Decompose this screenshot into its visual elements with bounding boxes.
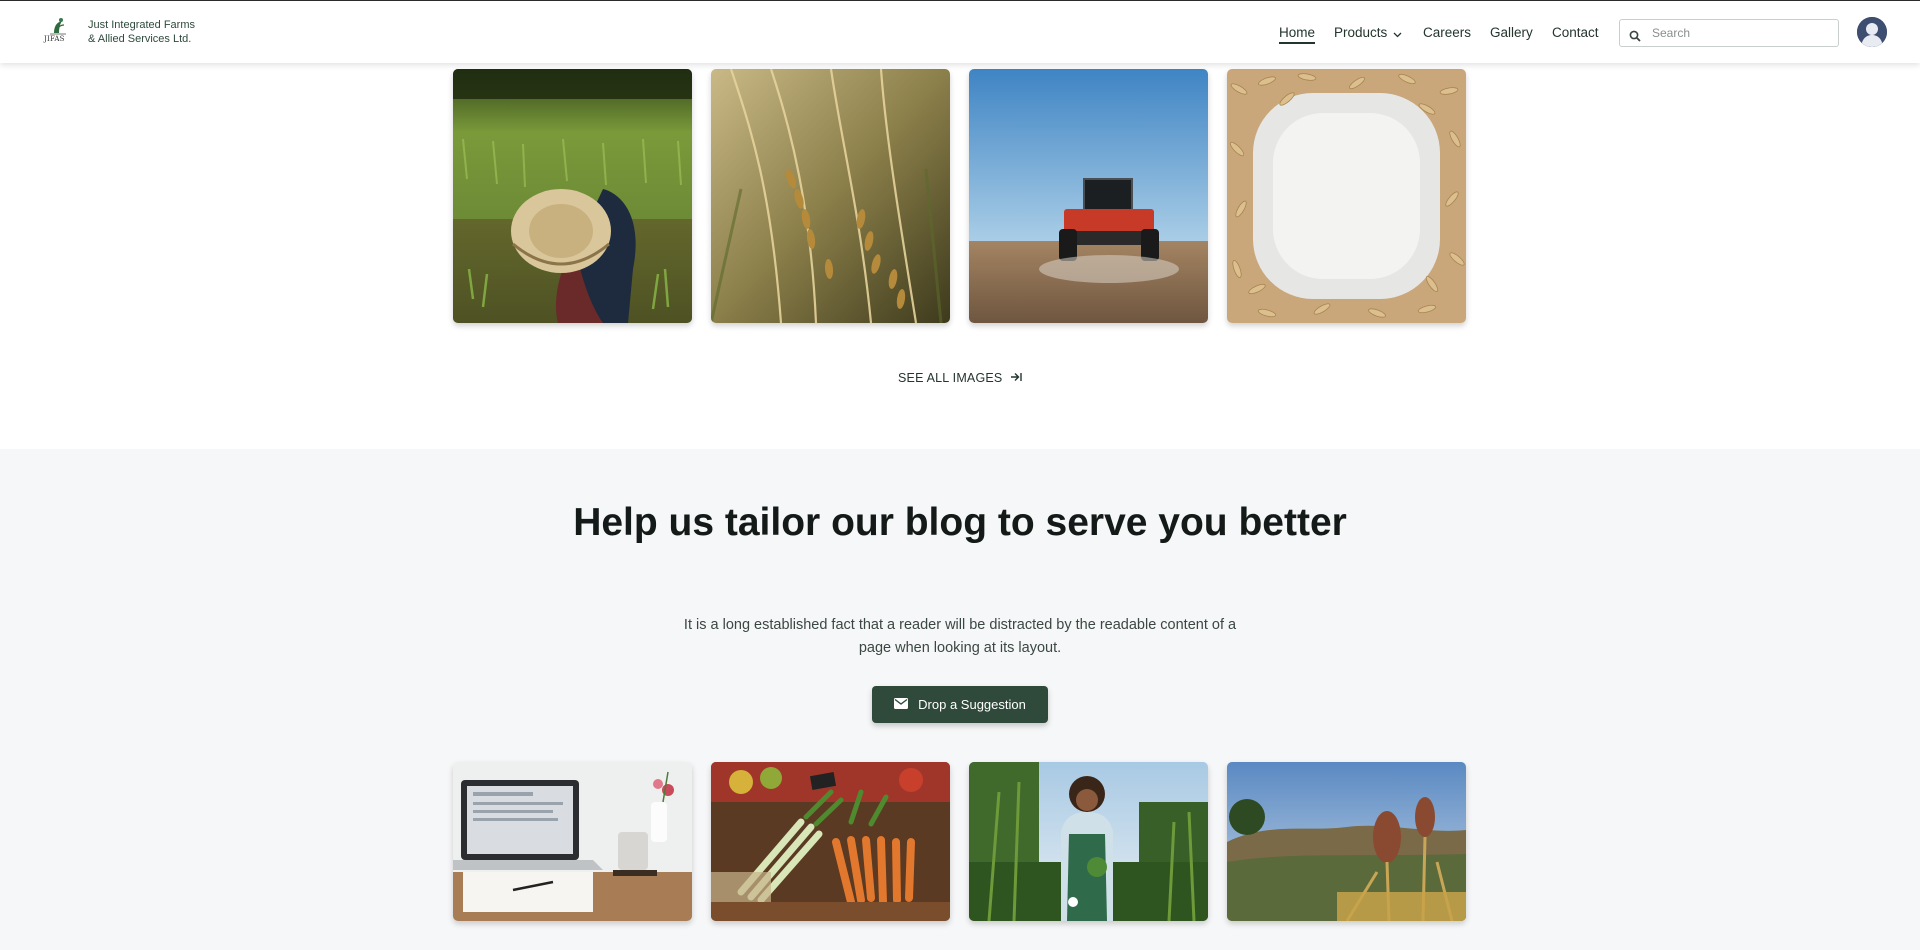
nav-gallery[interactable]: Gallery	[1490, 25, 1533, 40]
gallery-image-tractor[interactable]	[969, 69, 1208, 323]
brand-abbrev: JIFAS	[44, 35, 65, 43]
gallery-image-rice-stalks[interactable]	[711, 69, 950, 323]
search-icon	[1629, 27, 1641, 46]
gallery-image-rice-grains[interactable]	[1227, 69, 1466, 323]
blog-description: It is a long established fact that a rea…	[683, 617, 1237, 656]
brand-name-line2: & Allied Services Ltd.	[88, 33, 192, 45]
brand-logo-icon: JIFAS	[44, 16, 70, 48]
gallery-image-farmer[interactable]	[453, 69, 692, 323]
blog-title: Help us tailor our blog to serve you bet…	[573, 501, 1347, 544]
search-input[interactable]	[1650, 23, 1834, 43]
nav-home[interactable]: Home	[1279, 25, 1316, 44]
nav-careers[interactable]: Careers	[1423, 25, 1471, 40]
blog-section: Help us tailor our blog to serve you bet…	[0, 449, 1920, 950]
arrow-right-to-line-icon	[1010, 371, 1023, 385]
user-avatar-icon	[1857, 17, 1887, 47]
brand-name: Just Integrated Farms & Allied Services …	[88, 18, 195, 46]
blog-image-sorghum[interactable]	[1227, 762, 1466, 921]
chevron-down-icon	[1393, 26, 1402, 41]
nav-contact[interactable]: Contact	[1552, 25, 1599, 40]
nav-products[interactable]: Products	[1334, 25, 1402, 41]
blog-image-laptop[interactable]	[453, 762, 692, 921]
avatar[interactable]	[1857, 17, 1887, 47]
see-all-images-label: SEE ALL IMAGES	[898, 371, 1003, 385]
drop-suggestion-button[interactable]: Drop a Suggestion	[872, 686, 1048, 723]
drop-suggestion-label: Drop a Suggestion	[918, 697, 1026, 712]
search-box[interactable]	[1619, 19, 1839, 47]
blog-image-vegetables[interactable]	[711, 762, 950, 921]
see-all-images-link[interactable]: SEE ALL IMAGES	[898, 371, 1023, 385]
blog-image-farmer[interactable]	[969, 762, 1208, 921]
brand[interactable]: JIFAS Just Integrated Farms & Allied Ser…	[44, 16, 195, 48]
mail-icon	[894, 697, 909, 712]
site-header: JIFAS Just Integrated Farms & Allied Ser…	[0, 0, 1920, 63]
brand-name-line1: Just Integrated Farms	[88, 19, 195, 31]
nav-products-label: Products	[1334, 25, 1388, 40]
